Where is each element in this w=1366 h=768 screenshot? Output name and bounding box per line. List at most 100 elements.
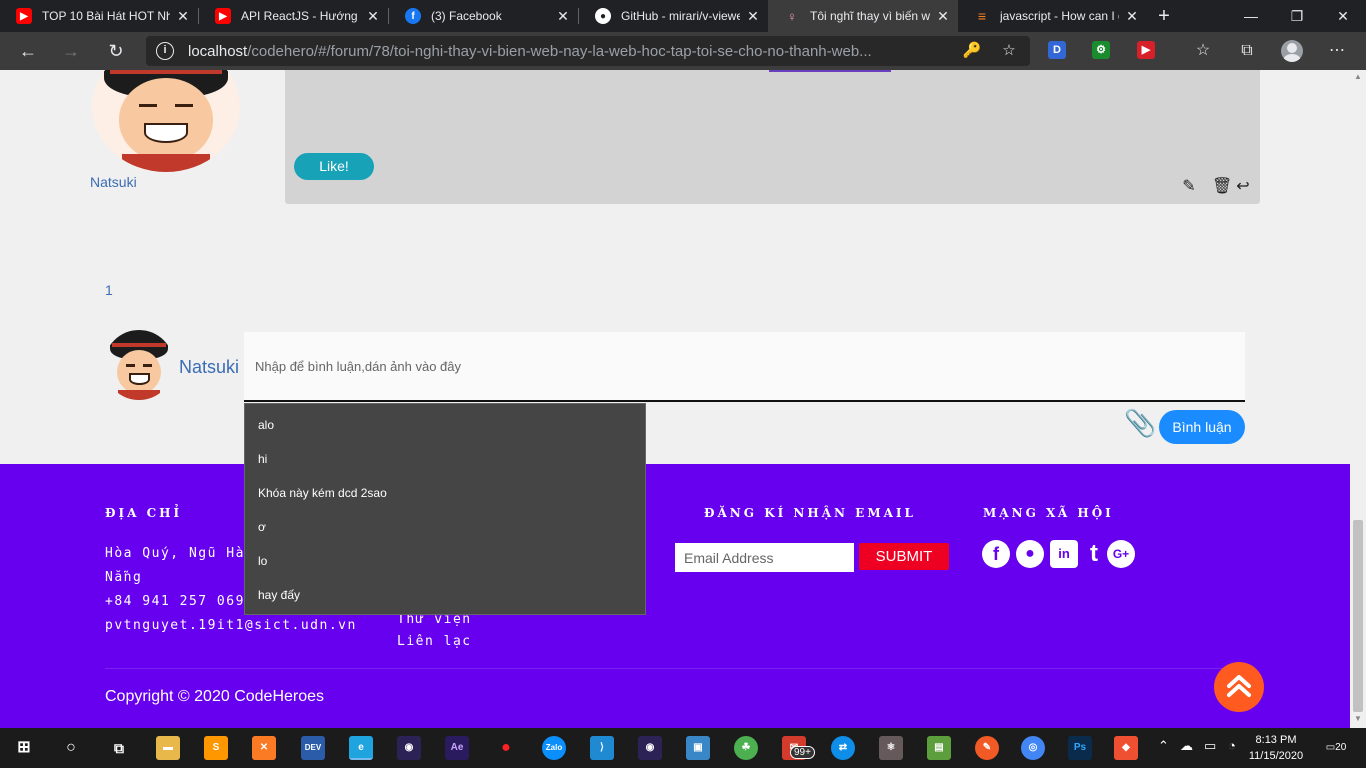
reply-icon[interactable]: ↩: [1234, 178, 1252, 196]
notification-center-icon[interactable]: ▭20: [1324, 738, 1348, 758]
close-tab-icon[interactable]: ✕: [936, 8, 950, 25]
tab-stackoverflow[interactable]: ≡ javascript - How can I g ✕: [958, 0, 1147, 32]
address-bar[interactable]: i localhost/codehero/#/forum/78/toi-nghi…: [146, 36, 1030, 66]
restore-button[interactable]: ❐: [1274, 0, 1320, 32]
sublime-text-icon[interactable]: S: [204, 736, 228, 760]
scrollbar-thumb[interactable]: [1353, 520, 1363, 712]
remote-desktop-icon[interactable]: ▣: [686, 736, 710, 760]
newsletter-submit-button[interactable]: SUBMIT: [859, 543, 949, 570]
xampp-icon[interactable]: ✕: [252, 736, 276, 760]
favorites-icon[interactable]: ☆: [1190, 38, 1216, 64]
star-icon[interactable]: ☆: [999, 41, 1019, 61]
cloud-icon[interactable]: ☁: [1180, 738, 1193, 754]
notification-count: 20: [1335, 742, 1347, 753]
close-tab-icon[interactable]: ✕: [366, 8, 380, 25]
chevron-up-icon[interactable]: ⌃: [1158, 738, 1169, 754]
suggestion-item[interactable]: ơ: [245, 510, 645, 544]
zalo-icon[interactable]: Zalo: [542, 736, 566, 760]
footer-link-contact[interactable]: Liên lạc: [397, 634, 472, 649]
atom-icon[interactable]: ⚛: [879, 736, 903, 760]
red-extension-icon[interactable]: ▶: [1137, 41, 1155, 59]
eclipse-2-icon[interactable]: ◉: [638, 736, 662, 760]
d-extension-icon[interactable]: D: [1048, 41, 1066, 59]
scroll-to-top-button[interactable]: [1214, 662, 1264, 712]
scroll-down-arrow-icon[interactable]: ▼: [1354, 714, 1362, 723]
edge-icon[interactable]: e: [349, 736, 373, 760]
youtube-icon: ▶: [16, 8, 32, 24]
pencil-app-icon[interactable]: ✎: [975, 736, 999, 760]
dev-cpp-icon[interactable]: DEV: [301, 736, 325, 760]
recorder-icon[interactable]: ●: [494, 736, 518, 760]
profile-avatar[interactable]: [1281, 40, 1303, 62]
trash-icon[interactable]: 🗑: [1212, 178, 1232, 196]
chrome-icon[interactable]: ◎: [1021, 736, 1045, 760]
tab-github[interactable]: ● GitHub - mirari/v-viewe ✕: [579, 0, 768, 32]
new-tab-button[interactable]: +: [1152, 4, 1176, 28]
key-icon[interactable]: 🔑: [962, 41, 982, 61]
back-button[interactable]: ←: [14, 37, 42, 65]
scroll-up-arrow-icon[interactable]: ▲: [1354, 72, 1362, 81]
site-info-icon[interactable]: i: [156, 42, 174, 60]
battery-icon[interactable]: ▭: [1204, 738, 1216, 754]
comment-author-name[interactable]: Natsuki: [179, 357, 239, 378]
pagination-page-1[interactable]: 1: [105, 282, 113, 298]
edit-icon[interactable]: ✎: [1180, 178, 1198, 196]
suggestion-item[interactable]: Khóa này kém dcd 2sao: [245, 476, 645, 510]
close-window-button[interactable]: ✕: [1320, 0, 1366, 32]
task-view-icon[interactable]: ⧉: [107, 736, 131, 760]
post-author-name[interactable]: Natsuki: [90, 174, 137, 190]
address-line-2: Nẵng: [105, 570, 143, 585]
chart-app-icon[interactable]: ▤: [927, 736, 951, 760]
after-effects-icon[interactable]: Ae: [445, 736, 469, 760]
tab-youtube-react[interactable]: ▶ API ReactJS - Hướng dẫ ✕: [199, 0, 388, 32]
page-viewport: Natsuki Like! ✎ 🗑 ↩ 1 Natsuki 📎 Bình luậ…: [0, 70, 1350, 728]
contact-email: pvtnguyet.19it1@sict.udn.vn: [105, 618, 357, 633]
suggestion-item[interactable]: lo: [245, 544, 645, 578]
github-icon[interactable]: ●: [1016, 540, 1044, 568]
linkedin-icon[interactable]: in: [1050, 540, 1078, 568]
newsletter-email-input[interactable]: [675, 543, 854, 572]
green-gear-extension-icon[interactable]: ⚙: [1092, 41, 1110, 59]
tumblr-icon[interactable]: t: [1080, 540, 1108, 568]
paperclip-icon[interactable]: 📎: [1124, 408, 1156, 438]
post-author-avatar[interactable]: [92, 70, 240, 172]
minimize-button[interactable]: —: [1228, 0, 1274, 32]
windows-start-icon[interactable]: ⊞: [12, 736, 36, 760]
eclipse-icon[interactable]: ◉: [397, 736, 421, 760]
vscode-icon[interactable]: ⟩: [590, 736, 614, 760]
git-icon[interactable]: ◆: [1114, 736, 1138, 760]
reload-button[interactable]: ↻: [102, 37, 130, 65]
suggestion-item[interactable]: hi: [245, 442, 645, 476]
photoshop-icon[interactable]: Ps: [1068, 736, 1092, 760]
close-tab-icon[interactable]: ✕: [176, 8, 190, 25]
tab-title: API ReactJS - Hướng dẫ: [241, 9, 360, 23]
suggestion-item[interactable]: hay đấy: [245, 578, 645, 612]
submit-comment-button[interactable]: Bình luận: [1159, 410, 1245, 444]
url-text[interactable]: localhost/codehero/#/forum/78/toi-nghi-t…: [188, 43, 958, 60]
tab-title: GitHub - mirari/v-viewe: [621, 9, 740, 23]
suggestion-item[interactable]: alo: [245, 408, 645, 442]
tab-codehero-active[interactable]: ♀ Tôi nghĩ thay vì biến we ✕: [768, 0, 958, 32]
teamviewer-icon[interactable]: ⇄: [831, 736, 855, 760]
taskbar-clock[interactable]: 8:13 PM 11/15/2020: [1248, 732, 1304, 764]
wifi-icon[interactable]: ◔: [1228, 738, 1236, 753]
file-explorer-icon[interactable]: ▬: [156, 736, 180, 760]
google-plus-icon[interactable]: G+: [1107, 540, 1135, 568]
close-tab-icon[interactable]: ✕: [1125, 8, 1139, 25]
comment-input[interactable]: [244, 332, 1245, 402]
facebook-icon[interactable]: f: [982, 540, 1010, 568]
forward-button[interactable]: →: [57, 37, 85, 65]
youtube-icon: ▶: [215, 8, 231, 24]
close-tab-icon[interactable]: ✕: [746, 8, 760, 25]
page-scrollbar[interactable]: ▲ ▼: [1350, 70, 1366, 728]
tab-facebook[interactable]: f (3) Facebook ✕: [389, 0, 578, 32]
more-menu-icon[interactable]: ⋯: [1324, 38, 1350, 64]
like-button[interactable]: Like!: [294, 153, 374, 180]
collections-icon[interactable]: ⧉: [1234, 38, 1260, 64]
search-icon[interactable]: ○: [59, 736, 83, 760]
green-app-icon[interactable]: ☘: [734, 736, 758, 760]
phone-number: +84 941 257 069: [105, 594, 245, 609]
browser-tab-strip: ▶ TOP 10 Bài Hát HOT Nh ✕ ▶ API ReactJS …: [0, 0, 1366, 32]
tab-youtube-top10[interactable]: ▶ TOP 10 Bài Hát HOT Nh ✕: [0, 0, 198, 32]
close-tab-icon[interactable]: ✕: [556, 8, 570, 25]
